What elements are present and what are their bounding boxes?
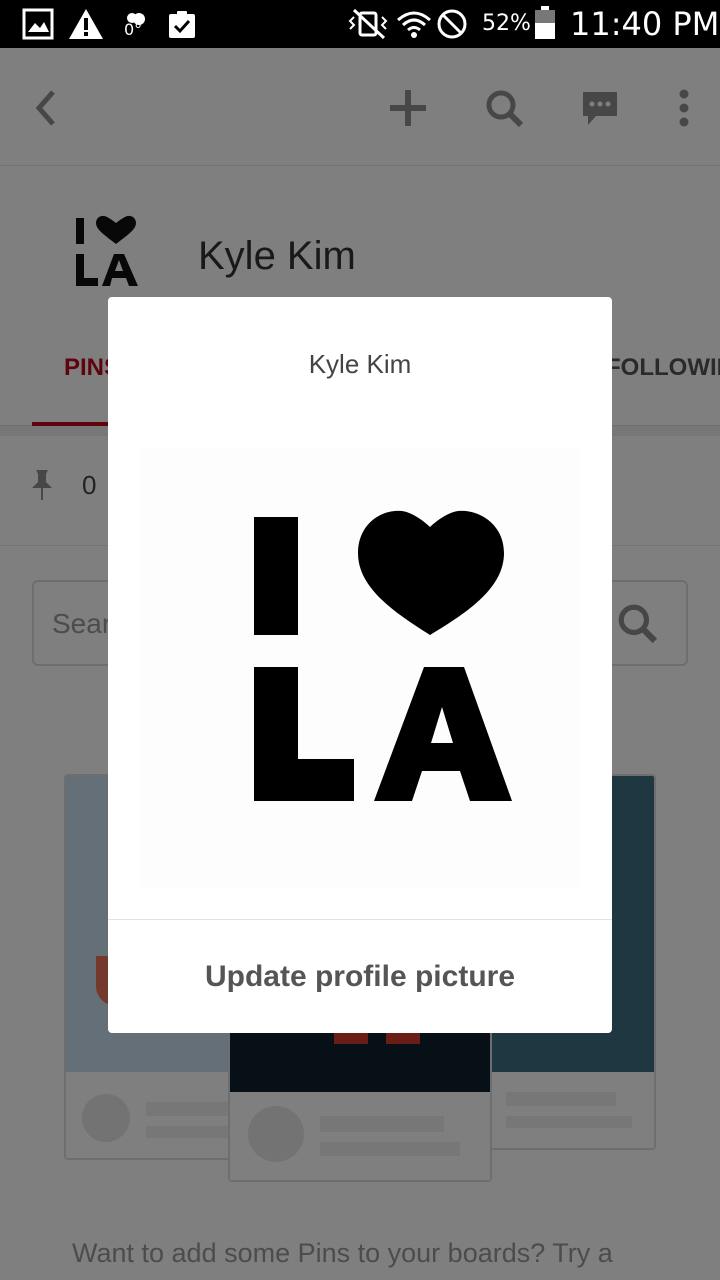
- clock: 11:40 PM: [570, 5, 720, 43]
- gallery-icon: [22, 8, 54, 40]
- status-bar: 0° 52% 11:40 PM: [0, 0, 720, 48]
- i-love-la-logo: [254, 510, 512, 801]
- warning-icon: [69, 9, 103, 39]
- battery-icon: [535, 6, 555, 39]
- vibrate-mute-icon: [348, 8, 388, 40]
- temperature-text: 0°: [124, 20, 143, 39]
- wifi-icon: [397, 11, 431, 38]
- clipboard-check-icon: [169, 11, 195, 38]
- block-icon: [437, 9, 467, 39]
- dialog-title: Kyle Kim: [308, 349, 412, 379]
- battery-percent: 52%: [482, 11, 531, 36]
- profile-picture-large: [140, 447, 580, 887]
- profile-picture-dialog: Kyle Kim Update profile picture: [108, 297, 612, 1033]
- update-profile-picture-button[interactable]: Update profile picture: [108, 920, 612, 1033]
